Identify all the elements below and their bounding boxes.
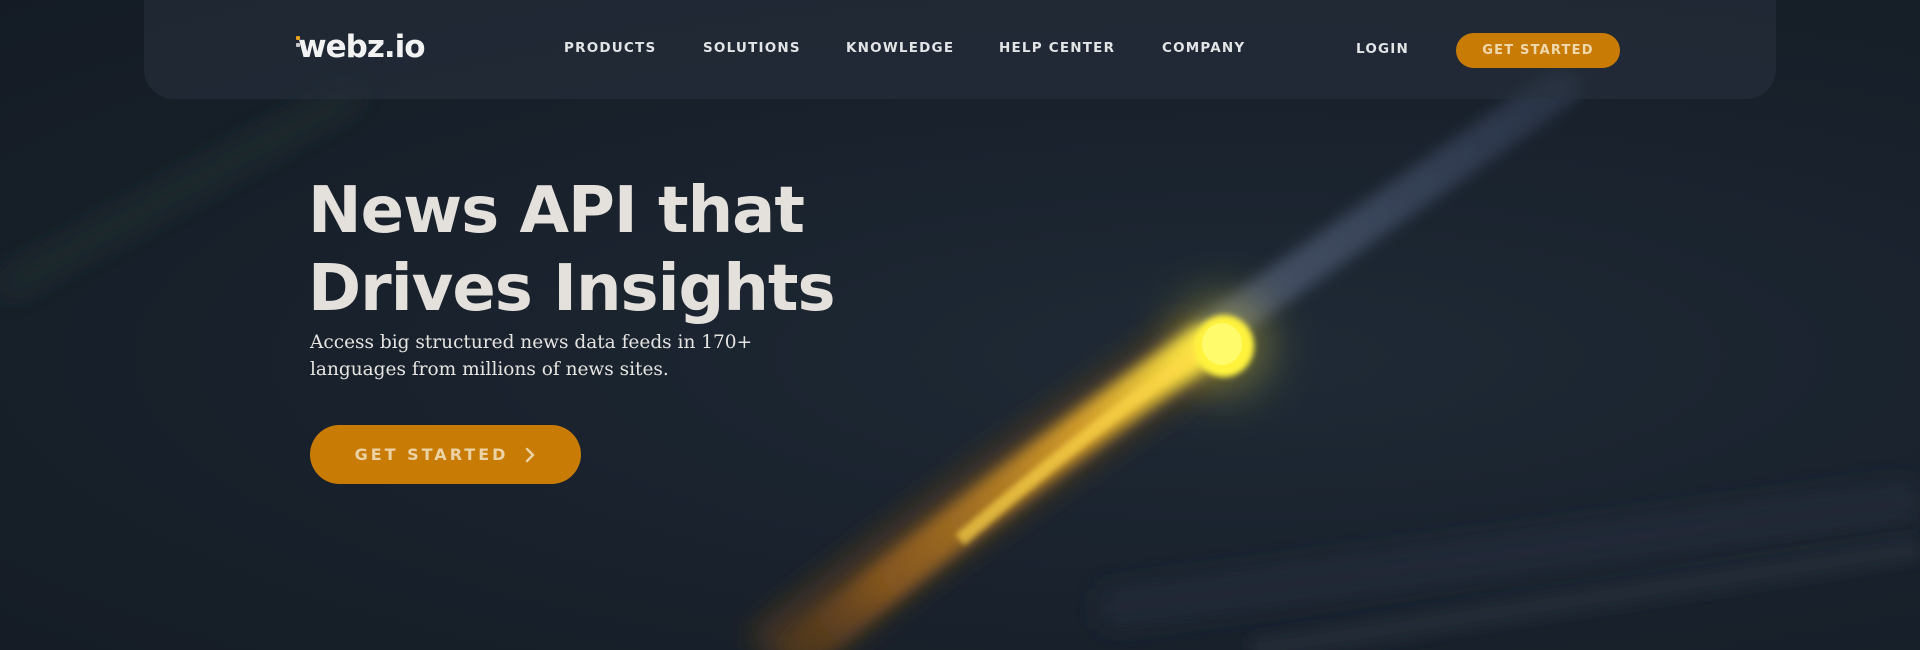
hero-cta-label: GET STARTED — [354, 445, 509, 464]
hero-title: News API that Drives Insights — [308, 172, 836, 328]
nav-products[interactable]: PRODUCTS — [564, 38, 656, 58]
header-get-started-button[interactable]: GET STARTED — [1456, 33, 1620, 68]
webz-logo[interactable]: webz.io — [296, 27, 426, 67]
logo-text: webz.io — [298, 29, 426, 65]
hero-get-started-button[interactable]: GET STARTED — [310, 425, 581, 484]
hero-title-line-2: Drives Insights — [308, 252, 836, 326]
nav-company[interactable]: COMPANY — [1162, 38, 1245, 58]
chevron-right-icon — [526, 447, 535, 462]
hero-subtitle: Access big structured news data feeds in… — [310, 332, 753, 380]
login-link[interactable]: LOGIN — [1356, 39, 1409, 59]
hero-title-line-1: News API that — [308, 174, 805, 248]
landing-page: webz.io PRODUCTS SOLUTIONS KNOWLEDGE HEL… — [0, 0, 1920, 650]
nav-help-center[interactable]: HELP CENTER — [999, 38, 1115, 58]
logo-mark-icon — [296, 36, 302, 51]
nav-knowledge[interactable]: KNOWLEDGE — [846, 38, 954, 58]
nav-solutions[interactable]: SOLUTIONS — [703, 38, 801, 58]
